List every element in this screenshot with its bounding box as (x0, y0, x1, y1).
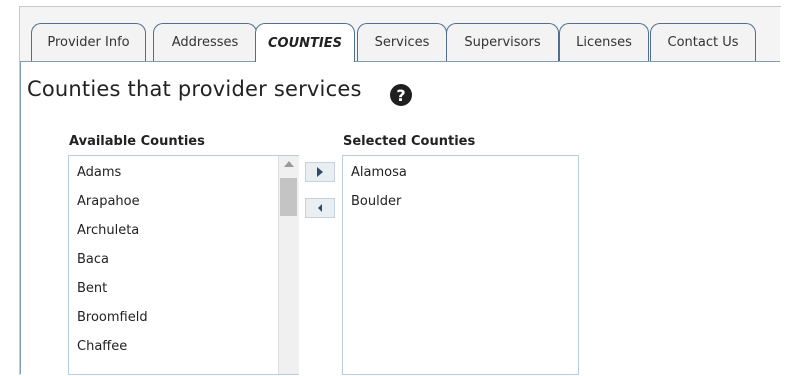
list-item[interactable]: Alamosa (351, 165, 407, 180)
tab-licenses[interactable]: Licenses (559, 23, 649, 61)
scrollbar-thumb[interactable] (280, 178, 297, 216)
list-item[interactable]: Baca (77, 252, 109, 267)
tab-label: Addresses (171, 35, 239, 50)
scroll-up-icon[interactable] (284, 161, 294, 167)
tab-services[interactable]: Services (357, 23, 447, 61)
tab-addresses[interactable]: Addresses (153, 23, 257, 61)
triangle-left-icon (318, 204, 322, 212)
list-item[interactable]: Archuleta (77, 223, 139, 238)
tab-contact-us[interactable]: Contact Us (650, 23, 756, 61)
tab-label: Contact Us (667, 35, 739, 50)
tab-label: COUNTIES (268, 35, 342, 51)
tab-label: Licenses (576, 35, 632, 50)
list-item[interactable]: Bent (77, 281, 107, 296)
tab-counties[interactable]: COUNTIES (255, 23, 355, 62)
available-counties-list[interactable]: Adams Arapahoe Archuleta Baca Bent Broom… (68, 155, 299, 375)
available-list-scrollbar[interactable] (278, 156, 299, 374)
tab-label: Supervisors (464, 35, 541, 50)
selected-counties-list[interactable]: Alamosa Boulder (342, 155, 579, 375)
list-item[interactable]: Arapahoe (77, 194, 140, 209)
tab-provider-info[interactable]: Provider Info (31, 23, 146, 61)
list-item[interactable]: Chaffee (77, 339, 127, 354)
tab-supervisors[interactable]: Supervisors (446, 23, 559, 61)
list-item[interactable]: Boulder (351, 194, 401, 209)
tab-bar: Provider Info Addresses COUNTIES Service… (20, 7, 780, 62)
selected-counties-label: Selected Counties (343, 134, 476, 149)
list-item[interactable]: Broomfield (77, 310, 148, 325)
remove-county-button[interactable] (305, 198, 335, 218)
tab-label: Services (374, 35, 430, 50)
tab-label: Provider Info (47, 35, 130, 50)
page-title: Counties that provider services (27, 77, 362, 101)
add-county-button[interactable] (305, 162, 335, 182)
triangle-right-icon (317, 167, 323, 177)
help-icon[interactable]: ? (390, 84, 412, 106)
available-counties-label: Available Counties (69, 134, 205, 149)
list-item[interactable]: Adams (77, 165, 121, 180)
